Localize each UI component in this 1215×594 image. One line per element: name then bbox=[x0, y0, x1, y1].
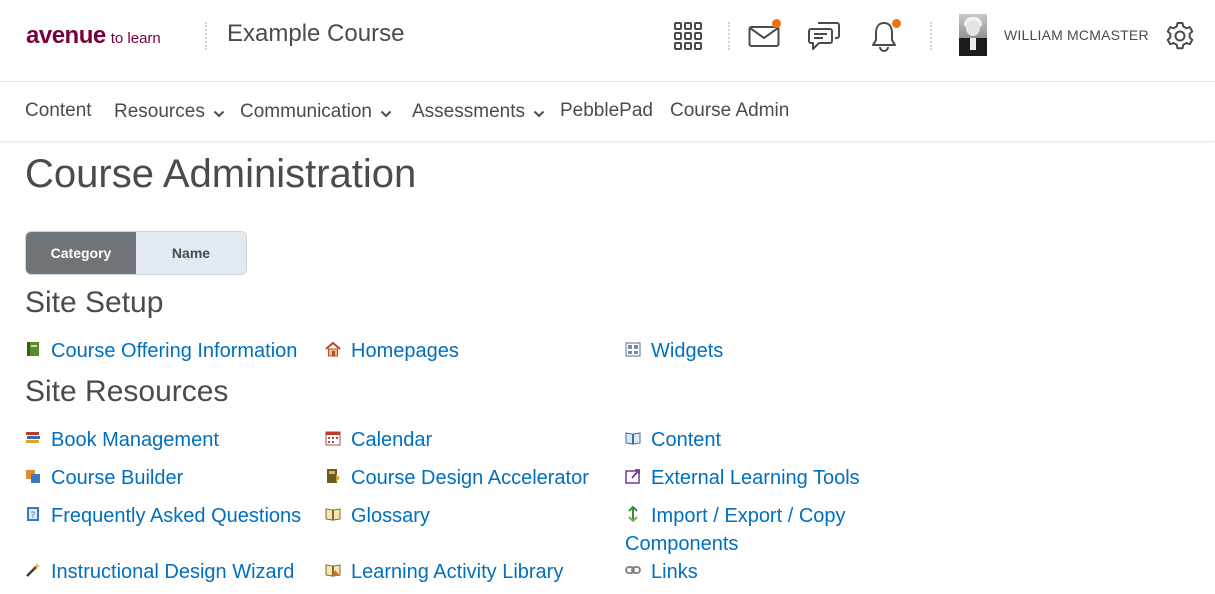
section-title-site-setup: Site Setup bbox=[25, 286, 164, 319]
link-links[interactable]: Links bbox=[625, 558, 698, 586]
design-accelerator-icon bbox=[325, 468, 341, 484]
nav-pebblepad[interactable]: PebblePad bbox=[560, 100, 653, 122]
nav-resources-label: Resources bbox=[114, 101, 205, 122]
header-divider bbox=[728, 22, 730, 50]
svg-text:?: ? bbox=[31, 511, 36, 521]
link-instructional-design-wizard[interactable]: Instructional Design Wizard bbox=[25, 558, 294, 586]
bell-icon[interactable] bbox=[866, 18, 902, 54]
nav-content-label: Content bbox=[25, 100, 92, 121]
link-label: Calendar bbox=[351, 429, 433, 451]
user-avatar[interactable] bbox=[959, 14, 987, 56]
link-label: Glossary bbox=[351, 505, 430, 527]
link-widgets[interactable]: Widgets bbox=[625, 337, 723, 365]
bell-notification-dot bbox=[892, 19, 901, 28]
mail-notification-dot bbox=[772, 19, 781, 28]
link-course-builder[interactable]: Course Builder bbox=[25, 464, 183, 492]
link-glossary[interactable]: Glossary bbox=[325, 502, 430, 530]
nav-communication[interactable]: Communication bbox=[240, 100, 392, 124]
course-builder-icon bbox=[25, 468, 41, 484]
header-divider bbox=[930, 22, 932, 50]
chevron-down-icon bbox=[533, 102, 545, 124]
nav-pebblepad-label: PebblePad bbox=[560, 100, 653, 121]
nav-resources[interactable]: Resources bbox=[114, 100, 225, 124]
activity-library-icon bbox=[325, 562, 341, 578]
link-import-export-copy-components[interactable]: Import / Export / Copy bbox=[625, 502, 846, 530]
calendar-icon bbox=[325, 430, 341, 446]
link-label: Course Design Accelerator bbox=[351, 467, 589, 489]
link-homepages[interactable]: Homepages bbox=[325, 337, 459, 365]
link-learning-activity-library[interactable]: Learning Activity Library bbox=[325, 558, 563, 586]
toggle-name-button[interactable]: Name bbox=[136, 232, 246, 274]
book-stack-icon bbox=[25, 430, 41, 446]
view-toggle: Category Name bbox=[25, 231, 247, 275]
link-frequently-asked-questions[interactable]: ? Frequently Asked Questions bbox=[25, 502, 301, 530]
course-title[interactable]: Example Course bbox=[227, 20, 404, 48]
link-label: Course Builder bbox=[51, 467, 184, 489]
link-label: Frequently Asked Questions bbox=[51, 505, 302, 527]
link-label: Course Offering Information bbox=[51, 340, 298, 362]
green-book-icon bbox=[25, 341, 41, 357]
gear-icon[interactable] bbox=[1162, 18, 1198, 54]
chain-link-icon bbox=[625, 562, 641, 578]
import-export-icon bbox=[625, 505, 641, 523]
logo-main-text: avenue bbox=[26, 22, 106, 49]
link-label-line1: Import / Export / Copy bbox=[651, 505, 846, 527]
section-title-site-resources: Site Resources bbox=[25, 375, 229, 408]
widgets-grid-icon bbox=[625, 341, 641, 357]
logo-sub-text: to learn bbox=[110, 30, 161, 47]
course-navbar: Content Resources Communication Assessme… bbox=[0, 82, 1215, 142]
link-content[interactable]: Content bbox=[625, 426, 721, 454]
chat-icon[interactable] bbox=[806, 18, 842, 54]
header-divider bbox=[205, 22, 207, 50]
nav-assessments-label: Assessments bbox=[412, 101, 525, 122]
toggle-category-button[interactable]: Category bbox=[26, 232, 136, 274]
link-label: Instructional Design Wizard bbox=[51, 561, 295, 583]
link-label: Book Management bbox=[51, 429, 219, 451]
link-course-design-accelerator[interactable]: Course Design Accelerator bbox=[325, 464, 589, 492]
link-course-offering-information[interactable]: Course Offering Information bbox=[25, 337, 297, 365]
chevron-down-icon bbox=[380, 102, 392, 124]
nav-communication-label: Communication bbox=[240, 101, 372, 122]
link-book-management[interactable]: Book Management bbox=[25, 426, 219, 454]
external-tools-icon bbox=[625, 468, 641, 484]
magic-wand-icon bbox=[25, 562, 41, 578]
glossary-icon bbox=[325, 506, 341, 522]
nav-course-admin[interactable]: Course Admin bbox=[670, 100, 789, 122]
course-selector-grid-icon[interactable] bbox=[670, 18, 706, 54]
nav-assessments[interactable]: Assessments bbox=[412, 100, 545, 124]
open-book-icon bbox=[625, 430, 641, 446]
house-icon bbox=[325, 341, 341, 357]
link-label-line2[interactable]: Components bbox=[625, 530, 738, 558]
link-label: Learning Activity Library bbox=[351, 561, 564, 583]
link-label: Widgets bbox=[651, 340, 724, 362]
user-name[interactable]: WILLIAM MCMASTER bbox=[1004, 27, 1149, 43]
nav-course-admin-label: Course Admin bbox=[670, 100, 790, 121]
chevron-down-icon bbox=[213, 102, 225, 124]
page-title: Course Administration bbox=[25, 152, 417, 196]
faq-icon: ? bbox=[25, 506, 41, 522]
nav-content[interactable]: Content bbox=[25, 100, 92, 122]
link-label: Links bbox=[651, 561, 698, 583]
link-label: Homepages bbox=[351, 340, 459, 362]
link-label: Content bbox=[651, 429, 722, 451]
link-external-learning-tools[interactable]: External Learning Tools bbox=[625, 464, 860, 492]
mail-icon[interactable] bbox=[746, 18, 782, 54]
link-label: External Learning Tools bbox=[651, 467, 860, 489]
link-calendar[interactable]: Calendar bbox=[325, 426, 432, 454]
top-header: avenue to learn Example Course WILLIAM M… bbox=[0, 0, 1215, 82]
avenue-logo[interactable]: avenue to learn bbox=[26, 22, 161, 50]
